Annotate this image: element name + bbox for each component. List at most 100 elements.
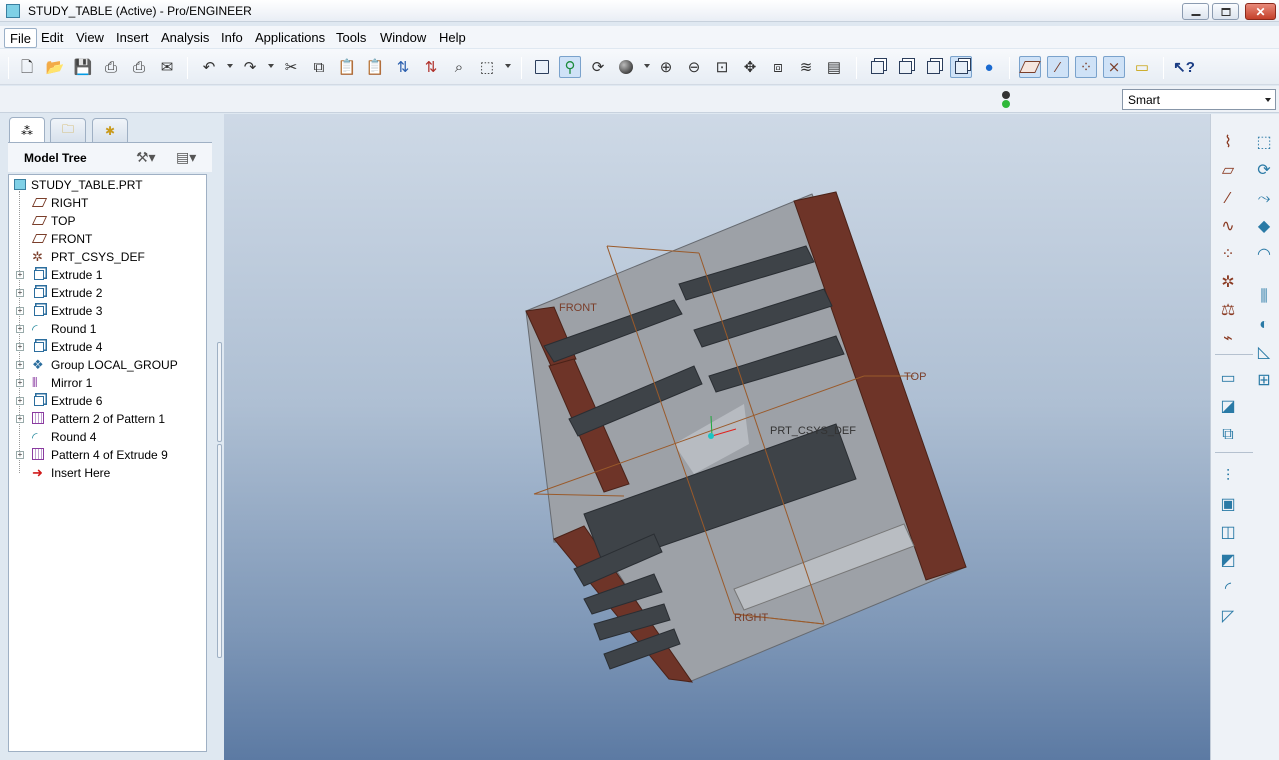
cut-button[interactable]: ✂ xyxy=(280,56,302,78)
tree-item[interactable]: + ⫴ Mirror 1 xyxy=(9,374,205,392)
copy-feature-icon[interactable]: ⧉ xyxy=(1217,424,1239,446)
reorient-button[interactable]: ✥ xyxy=(739,56,761,78)
redo-button[interactable]: ↷ xyxy=(239,56,261,78)
menu-applications[interactable]: Applications xyxy=(250,28,330,48)
refit-button[interactable]: ⊡ xyxy=(711,56,733,78)
tree-item[interactable]: + Extrude 6 xyxy=(9,392,205,410)
rib-icon[interactable]: ◫ xyxy=(1217,522,1239,544)
tree-item[interactable]: + Pattern 4 of Extrude 9 xyxy=(9,446,205,464)
pattern-tool-icon[interactable]: ⊞ xyxy=(1253,370,1275,392)
tree-item[interactable]: FRONT xyxy=(9,230,205,248)
datum-planes-toggle[interactable] xyxy=(1019,56,1041,78)
no-hidden-button[interactable] xyxy=(922,56,944,78)
open-button[interactable]: 📂 xyxy=(44,56,66,78)
appearance-dropdown-icon[interactable] xyxy=(644,64,650,68)
expand-icon[interactable]: + xyxy=(16,307,24,315)
tree-item[interactable]: + Extrude 4 xyxy=(9,338,205,356)
datum-plane-tool-icon[interactable]: ▱ xyxy=(1217,160,1239,182)
menu-edit[interactable]: Edit xyxy=(36,28,68,48)
undo-button[interactable]: ↶ xyxy=(198,56,220,78)
offset-icon[interactable]: ◺ xyxy=(1253,342,1275,364)
menu-info[interactable]: Info xyxy=(216,28,248,48)
paste-button[interactable]: 📋 xyxy=(336,56,358,78)
hole-icon[interactable]: ⫶ xyxy=(1217,466,1239,488)
analysis-feature-icon[interactable]: ⚖ xyxy=(1217,300,1239,322)
tree-item[interactable]: + ◜ Round 1 xyxy=(9,320,205,338)
sketch-tool-icon[interactable]: ⌁ xyxy=(1217,328,1239,350)
shading-button[interactable] xyxy=(950,56,972,78)
datum-sketch-icon[interactable]: ⌇ xyxy=(1217,132,1239,154)
select-box-button[interactable]: ⬚ xyxy=(476,56,498,78)
revolve-tool-icon[interactable]: ⟳ xyxy=(1253,160,1275,182)
menu-tools[interactable]: Tools xyxy=(331,28,371,48)
selection-filter-dropdown[interactable]: Smart xyxy=(1122,89,1276,110)
tab-model-tree[interactable]: ⁂ xyxy=(9,117,45,143)
merge-icon[interactable]: ⫼ xyxy=(1253,286,1275,308)
graphics-window[interactable]: FRONT TOP RIGHT PRT_CSYS_DEF xyxy=(224,114,1210,760)
appearance-button[interactable] xyxy=(615,56,637,78)
undo-dropdown-icon[interactable] xyxy=(227,64,233,68)
spin-center-button[interactable]: ⚲ xyxy=(559,56,581,78)
view-manager-button[interactable]: ▤ xyxy=(823,56,845,78)
tree-item[interactable]: ◜ Round 4 xyxy=(9,428,205,446)
hidden-line-button[interactable] xyxy=(894,56,916,78)
menu-view[interactable]: View xyxy=(71,28,109,48)
menu-file[interactable]: File xyxy=(4,28,37,48)
menu-insert[interactable]: Insert xyxy=(111,28,154,48)
datum-axis-tool-icon[interactable]: ⁄ xyxy=(1217,188,1239,210)
show-menu-icon[interactable]: ▤▾ xyxy=(176,149,196,166)
new-button[interactable]: 🗋 xyxy=(16,56,38,78)
tree-item[interactable]: ➜ Insert Here xyxy=(9,464,205,482)
expand-icon[interactable]: + xyxy=(16,343,24,351)
study-table-model[interactable] xyxy=(525,191,967,683)
minimize-button[interactable] xyxy=(1182,3,1209,20)
annotations-toggle[interactable]: ▭ xyxy=(1131,56,1153,78)
redo-dropdown-icon[interactable] xyxy=(268,64,274,68)
expand-icon[interactable]: + xyxy=(16,451,24,459)
select-dropdown-icon[interactable] xyxy=(505,64,511,68)
trim-icon[interactable]: ◐ xyxy=(1253,314,1275,336)
tree-item[interactable]: TOP xyxy=(9,212,205,230)
tab-favorites[interactable]: ✱ xyxy=(92,118,128,142)
tree-settings-icon[interactable]: ⚒▾ xyxy=(136,149,156,166)
find-button[interactable]: ⌕ xyxy=(448,56,470,78)
model-viewport[interactable]: FRONT TOP RIGHT PRT_CSYS_DEF xyxy=(224,114,1210,760)
menu-analysis[interactable]: Analysis xyxy=(156,28,214,48)
shell-icon[interactable]: ▣ xyxy=(1217,494,1239,516)
tree-item[interactable]: STUDY_TABLE.PRT xyxy=(9,176,205,194)
datum-points-toggle[interactable]: ⁘ xyxy=(1075,56,1097,78)
tree-item[interactable]: + Extrude 2 xyxy=(9,284,205,302)
zoom-in-button[interactable]: ⊕ xyxy=(655,56,677,78)
round-tool-icon[interactable]: ◜ xyxy=(1217,578,1239,600)
menu-help[interactable]: Help xyxy=(434,28,471,48)
tree-item[interactable]: RIGHT xyxy=(9,194,205,212)
expand-icon[interactable]: + xyxy=(16,325,24,333)
print-button[interactable]: ⎙ xyxy=(100,56,122,78)
view-feature-icon[interactable]: ◪ xyxy=(1217,396,1239,418)
draft-icon[interactable]: ◩ xyxy=(1217,550,1239,572)
repaint-button[interactable] xyxy=(531,56,553,78)
orient-mode-button[interactable]: ⟳ xyxy=(587,56,609,78)
tree-item[interactable]: + Extrude 1 xyxy=(9,266,205,284)
expand-icon[interactable]: + xyxy=(16,271,24,279)
regenerate-button[interactable]: ⇅ xyxy=(392,56,414,78)
navigator-sash[interactable] xyxy=(216,342,223,658)
expand-icon[interactable]: + xyxy=(16,379,24,387)
datum-axes-toggle[interactable]: ⁄ xyxy=(1047,56,1069,78)
chamfer-icon[interactable]: ◸ xyxy=(1217,606,1239,628)
tree-item[interactable]: + Extrude 3 xyxy=(9,302,205,320)
enhanced-realism-button[interactable]: ● xyxy=(978,56,1000,78)
tree-item[interactable]: + Pattern 2 of Pattern 1 xyxy=(9,410,205,428)
paste-special-button[interactable]: 📋 xyxy=(364,56,386,78)
boundary-blend-icon[interactable]: ◠ xyxy=(1253,244,1275,266)
saved-views-button[interactable]: ⧈ xyxy=(767,56,789,78)
wireframe-button[interactable] xyxy=(866,56,888,78)
maximize-button[interactable] xyxy=(1212,3,1239,20)
sweep-tool-icon[interactable]: ⤳ xyxy=(1253,188,1275,210)
csys-toggle[interactable]: ⨯ xyxy=(1103,56,1125,78)
email-button[interactable]: ✉ xyxy=(156,56,178,78)
zoom-out-button[interactable]: ⊖ xyxy=(683,56,705,78)
expand-icon[interactable]: + xyxy=(16,289,24,297)
expand-icon[interactable]: + xyxy=(16,361,24,369)
save-button[interactable]: 💾 xyxy=(72,56,94,78)
